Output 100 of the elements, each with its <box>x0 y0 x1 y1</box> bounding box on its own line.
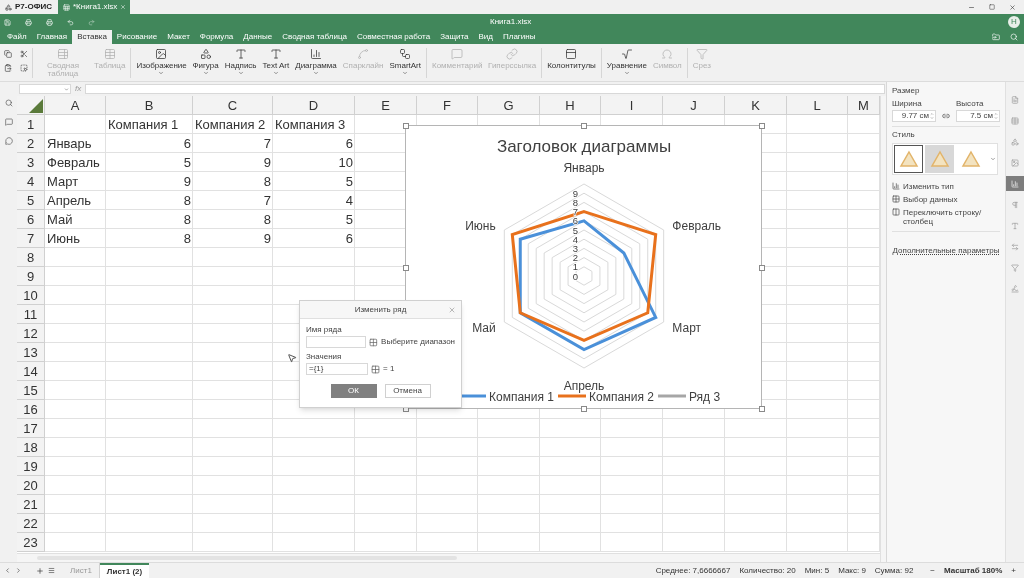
caret-icon[interactable] <box>990 156 996 162</box>
spin-down-icon[interactable] <box>994 116 998 120</box>
toolbar-button[interactable]: Диаграмма <box>292 48 340 76</box>
row-header[interactable]: 1 <box>17 115 45 134</box>
column-header[interactable]: C <box>193 96 273 115</box>
zoom-out-button[interactable]: − <box>930 564 935 577</box>
row-header[interactable]: 12 <box>17 324 45 343</box>
previous-sheet-icon[interactable] <box>4 567 11 574</box>
print-icon[interactable] <box>25 18 32 26</box>
select-all-corner[interactable] <box>29 99 43 113</box>
toolbar-button[interactable]: Уравнение <box>603 48 650 76</box>
chart-style-thumbnail[interactable] <box>894 145 923 173</box>
column-header[interactable]: K <box>725 96 787 115</box>
row-header[interactable]: 14 <box>17 362 45 381</box>
advanced-settings-link[interactable]: Дополнительные параметры <box>892 246 1000 255</box>
row-header[interactable]: 11 <box>17 305 45 324</box>
toolbar-button[interactable]: Изображение <box>133 48 190 76</box>
save-icon[interactable] <box>4 18 11 26</box>
row-header[interactable]: 10 <box>17 286 45 305</box>
row-header[interactable]: 19 <box>17 457 45 476</box>
select-all-icon[interactable] <box>20 64 28 72</box>
menu-tab[interactable]: Вид <box>473 30 498 44</box>
user-avatar[interactable]: Н <box>1008 16 1020 28</box>
row-header[interactable]: 22 <box>17 514 45 533</box>
row-header[interactable]: 17 <box>17 419 45 438</box>
resize-handle[interactable] <box>759 406 765 412</box>
menu-tab[interactable]: Главная <box>31 30 73 44</box>
paste-icon[interactable] <box>4 64 12 72</box>
app-tab[interactable]: Р7-ОФИС <box>0 0 58 14</box>
menu-tab[interactable]: Формула <box>194 30 239 44</box>
name-box[interactable] <box>19 84 71 94</box>
range-grid-icon[interactable] <box>371 364 380 374</box>
row-header[interactable]: 21 <box>17 495 45 514</box>
chat-icon[interactable] <box>4 137 13 145</box>
row-header[interactable]: 16 <box>17 400 45 419</box>
row-header[interactable]: 7 <box>17 229 45 248</box>
side-tab[interactable] <box>1005 176 1024 191</box>
row-header[interactable]: 2 <box>17 134 45 153</box>
toolbar-button[interactable]: Колонтитулы <box>544 48 599 70</box>
toolbar-button[interactable]: SmartArt <box>386 48 424 76</box>
cancel-button[interactable]: Отмена <box>384 384 431 398</box>
zoom-in-button[interactable]: + <box>1011 564 1016 577</box>
toolbar-button[interactable]: Надпись <box>221 48 260 76</box>
row-header[interactable]: 15 <box>17 381 45 400</box>
link-icon[interactable] <box>942 112 950 120</box>
width-field[interactable]: 9.77 см <box>892 110 936 122</box>
panel-action[interactable]: Выбор данных <box>892 195 1000 204</box>
resize-handle[interactable] <box>759 265 765 271</box>
chart-style-thumbnail[interactable] <box>925 145 954 173</box>
spin-up-icon[interactable] <box>930 112 934 116</box>
folder-icon[interactable] <box>992 33 1000 41</box>
menu-tab[interactable]: Совместная работа <box>351 30 436 44</box>
panel-action[interactable]: Переключить строку/столбец <box>892 208 1000 226</box>
column-header[interactable]: L <box>787 96 848 115</box>
column-header[interactable]: D <box>273 96 355 115</box>
resize-handle[interactable] <box>759 123 765 129</box>
horizontal-scrollbar[interactable] <box>17 553 880 562</box>
redo-icon[interactable] <box>88 18 95 26</box>
input-field[interactable] <box>306 336 367 348</box>
row-header[interactable]: 20 <box>17 476 45 495</box>
row-header[interactable]: 3 <box>17 153 45 172</box>
menu-tab[interactable]: Файл <box>2 30 32 44</box>
row-header[interactable]: 18 <box>17 438 45 457</box>
search-icon[interactable] <box>4 99 13 107</box>
toolbar-button[interactable]: Text Art <box>259 48 293 76</box>
resize-handle[interactable] <box>403 265 409 271</box>
menu-tab[interactable]: Защита <box>435 30 474 44</box>
row-header[interactable]: 5 <box>17 191 45 210</box>
next-sheet-icon[interactable] <box>15 567 22 574</box>
spin-up-icon[interactable] <box>994 112 998 116</box>
row-header[interactable]: 8 <box>17 248 45 267</box>
formula-input[interactable] <box>85 84 885 94</box>
column-header[interactable]: H <box>540 96 601 115</box>
menu-tab[interactable]: Данные <box>238 30 278 44</box>
column-header[interactable]: I <box>601 96 663 115</box>
column-header[interactable]: E <box>355 96 417 115</box>
row-header[interactable]: 13 <box>17 343 45 362</box>
cut-icon[interactable] <box>20 50 28 58</box>
input-field[interactable]: ={1} <box>306 363 368 375</box>
comment-icon[interactable] <box>4 118 13 126</box>
row-header[interactable]: 9 <box>17 267 45 286</box>
restore-icon[interactable] <box>989 4 995 10</box>
resize-handle[interactable] <box>581 406 587 412</box>
toolbar-button[interactable]: Фигура <box>189 48 222 76</box>
ok-button[interactable]: ОК <box>330 384 377 398</box>
sheet-list-icon[interactable] <box>48 567 55 574</box>
row-header[interactable]: 23 <box>17 533 45 552</box>
column-header[interactable]: A <box>45 96 106 115</box>
column-header[interactable]: M <box>848 96 880 115</box>
app-tab[interactable]: *Книга1.xlsx <box>58 0 130 14</box>
column-header[interactable]: J <box>663 96 725 115</box>
range-grid-icon[interactable] <box>369 337 379 347</box>
sheet-tab[interactable]: Лист1 (2) <box>99 562 150 578</box>
row-header[interactable]: 4 <box>17 172 45 191</box>
resize-handle[interactable] <box>403 123 409 129</box>
add-sheet-icon[interactable] <box>36 566 44 575</box>
menu-tab[interactable]: Рисование <box>111 30 163 44</box>
vertical-scrollbar[interactable] <box>880 96 886 562</box>
close-icon[interactable] <box>448 306 456 314</box>
resize-handle[interactable] <box>581 123 587 129</box>
